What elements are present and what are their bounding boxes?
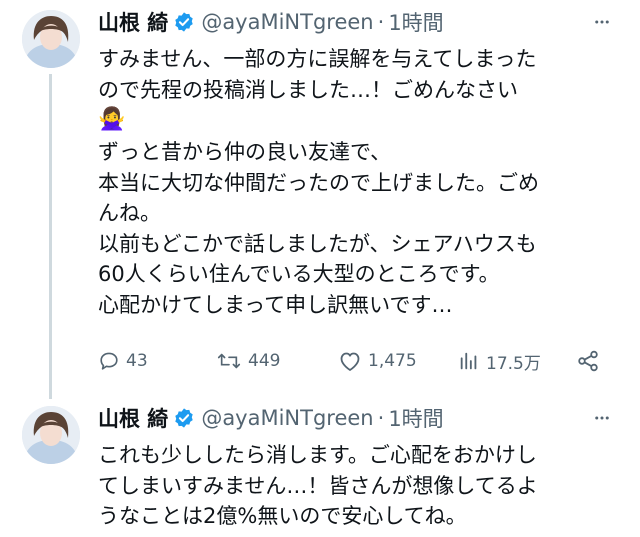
like-button[interactable]: 1,475 — [338, 343, 417, 379]
tweet[interactable]: 山根 綺 @ayaMiNTgreen · 1時間 これも少ししたら消します。ご心… — [0, 396, 640, 537]
reply-icon — [98, 350, 120, 372]
tweet-text: すみません、一部の方に誤解を与えてしまった ので先程の投稿消しました…！ごめんな… — [98, 44, 614, 320]
tweet-line: てしまいすみません…！皆さんが想像してるよ — [98, 473, 538, 498]
more-icon[interactable] — [590, 406, 614, 430]
tweet-line: 心配かけてしまって申し訳無いです… — [98, 292, 453, 317]
tweet[interactable]: 山根 綺 @ayaMiNTgreen · 1時間 すみません、一部の方に誤解を与… — [0, 0, 640, 399]
retweet-button[interactable]: 449 — [216, 343, 280, 379]
tweet-text: これも少ししたら消します。ご心配をおかけし てしまいすみません…！皆さんが想像し… — [98, 440, 614, 532]
tweet-line: 本当に大切な仲間だったので上げました。ごめ — [98, 170, 539, 195]
retweet-count: 449 — [248, 351, 281, 371]
separator-dot: · — [377, 406, 385, 430]
reply-count: 43 — [126, 351, 148, 371]
like-count: 1,475 — [368, 351, 417, 371]
share-icon — [576, 349, 600, 373]
tweet-header: 山根 綺 @ayaMiNTgreen · 1時間 — [98, 0, 614, 44]
verified-badge-icon — [173, 11, 195, 33]
author-handle[interactable]: @ayaMiNTgreen — [201, 10, 373, 34]
tweet-line: ので先程の投稿消しました…！ごめんなさい — [98, 77, 518, 102]
verified-badge-icon — [173, 407, 195, 429]
share-button[interactable] — [576, 343, 600, 379]
tweet-line: ずっと昔から仲の良い友達で、 — [98, 140, 392, 164]
tweet-line: 60人くらい住んでいる大型のところです。 — [98, 262, 500, 286]
tweet-line: うなことは2億%無いので安心してね。 — [98, 504, 467, 528]
author-name[interactable]: 山根 綺 — [98, 7, 168, 37]
author-handle[interactable]: @ayaMiNTgreen — [201, 406, 373, 430]
like-icon — [338, 350, 362, 372]
tweet-line: すみません、一部の方に誤解を与えてしまった — [98, 47, 537, 71]
timestamp[interactable]: 1時間 — [388, 403, 443, 433]
tweet-line: んね。 — [98, 201, 161, 225]
tweet-header: 山根 綺 @ayaMiNTgreen · 1時間 — [98, 396, 614, 440]
avatar[interactable] — [22, 406, 80, 464]
person-gesturing-no-emoji: 🙅‍♀️ — [98, 107, 126, 132]
timestamp[interactable]: 1時間 — [388, 7, 443, 37]
views-count: 17.5万 — [486, 353, 541, 374]
tweet-actions: 43 449 1,475 17.5万 — [98, 343, 608, 379]
retweet-icon — [216, 350, 242, 372]
separator-dot: · — [377, 10, 385, 34]
avatar[interactable] — [22, 10, 80, 68]
tweet-line: 以前もどこかで話しましたが、シェアハウスも — [98, 231, 537, 256]
reply-button[interactable]: 43 — [98, 343, 148, 379]
tweet-line: これも少ししたら消します。ご心配をおかけし — [98, 443, 537, 467]
more-icon[interactable] — [590, 10, 614, 34]
author-name[interactable]: 山根 綺 — [98, 403, 168, 433]
views-button[interactable]: 17.5万 — [458, 343, 541, 379]
thread-line — [49, 74, 52, 399]
views-icon — [458, 350, 480, 372]
